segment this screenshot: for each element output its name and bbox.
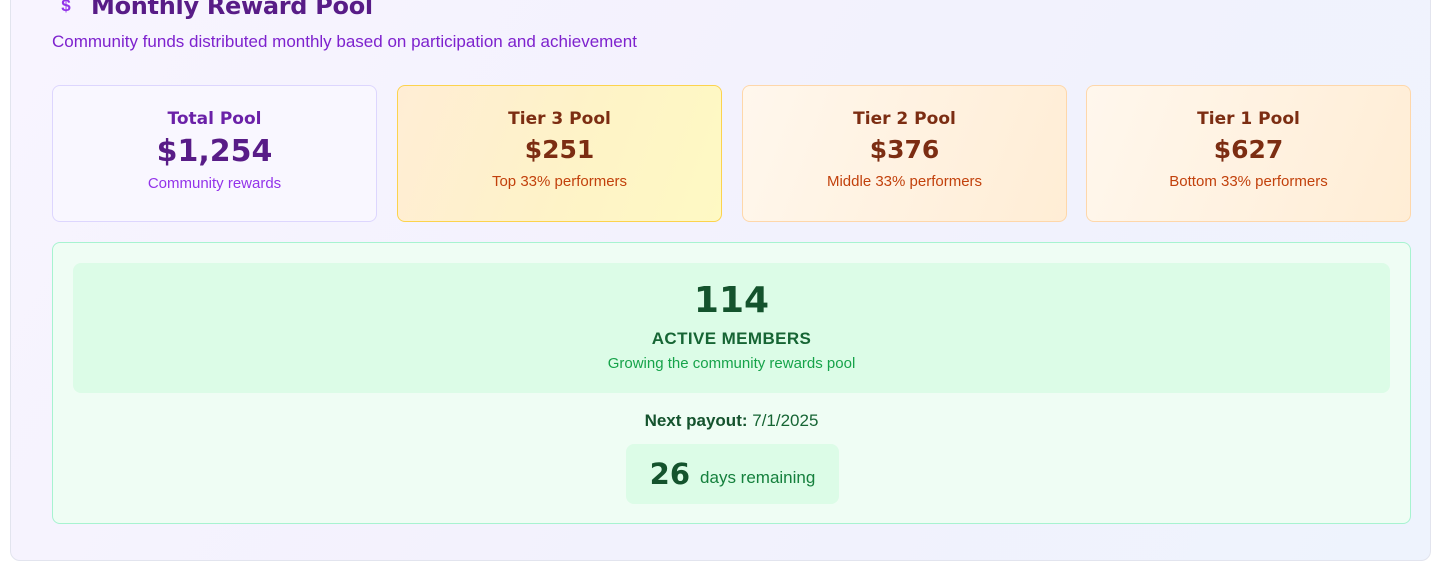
days-remaining-badge: 26 days remaining [626, 444, 839, 504]
active-members-box: 114 ACTIVE MEMBERS Growing the community… [73, 263, 1390, 393]
page-subtitle: Community funds distributed monthly base… [52, 32, 637, 51]
days-remaining-count: 26 [649, 457, 691, 491]
tier2-pool-tile: Tier 2 Pool $376 Middle 33% performers [742, 85, 1067, 222]
tier2-pool-value: $376 [869, 135, 940, 164]
tier1-pool-sub: Bottom 33% performers [1169, 173, 1328, 190]
dollar-icon: $ [61, 0, 71, 15]
total-pool-tile: Total Pool $1,254 Community rewards [52, 85, 377, 222]
days-remaining-text: days remaining [700, 468, 816, 487]
next-payout-label: Next payout: [644, 411, 753, 430]
tier1-pool-value: $627 [1213, 135, 1284, 164]
next-payout: Next payout: 7/1/2025 [53, 411, 1410, 431]
members-panel: 114 ACTIVE MEMBERS Growing the community… [52, 242, 1411, 524]
tier3-pool-tile: Tier 3 Pool $251 Top 33% performers [397, 85, 722, 222]
page-title: Monthly Reward Pool [91, 0, 373, 20]
total-pool-sub: Community rewards [147, 175, 282, 192]
tier3-pool-sub: Top 33% performers [491, 173, 628, 190]
reward-pool-header: $ Monthly Reward Pool [51, 0, 373, 21]
reward-pool-card: $ Monthly Reward Pool Community funds di… [10, 0, 1431, 561]
tier3-pool-label: Tier 3 Pool [508, 109, 611, 129]
next-payout-date: 7/1/2025 [752, 411, 819, 430]
tier1-pool-tile: Tier 1 Pool $627 Bottom 33% performers [1086, 85, 1411, 222]
tier3-pool-value: $251 [524, 135, 595, 164]
active-members-label: ACTIVE MEMBERS [651, 329, 812, 348]
total-pool-value: $1,254 [156, 134, 273, 169]
active-members-sub: Growing the community rewards pool [607, 355, 856, 372]
tier2-pool-sub: Middle 33% performers [826, 173, 983, 190]
active-members-count: 114 [693, 280, 770, 321]
tier1-pool-label: Tier 1 Pool [1197, 109, 1300, 129]
tier2-pool-label: Tier 2 Pool [853, 109, 956, 129]
total-pool-label: Total Pool [167, 109, 262, 129]
